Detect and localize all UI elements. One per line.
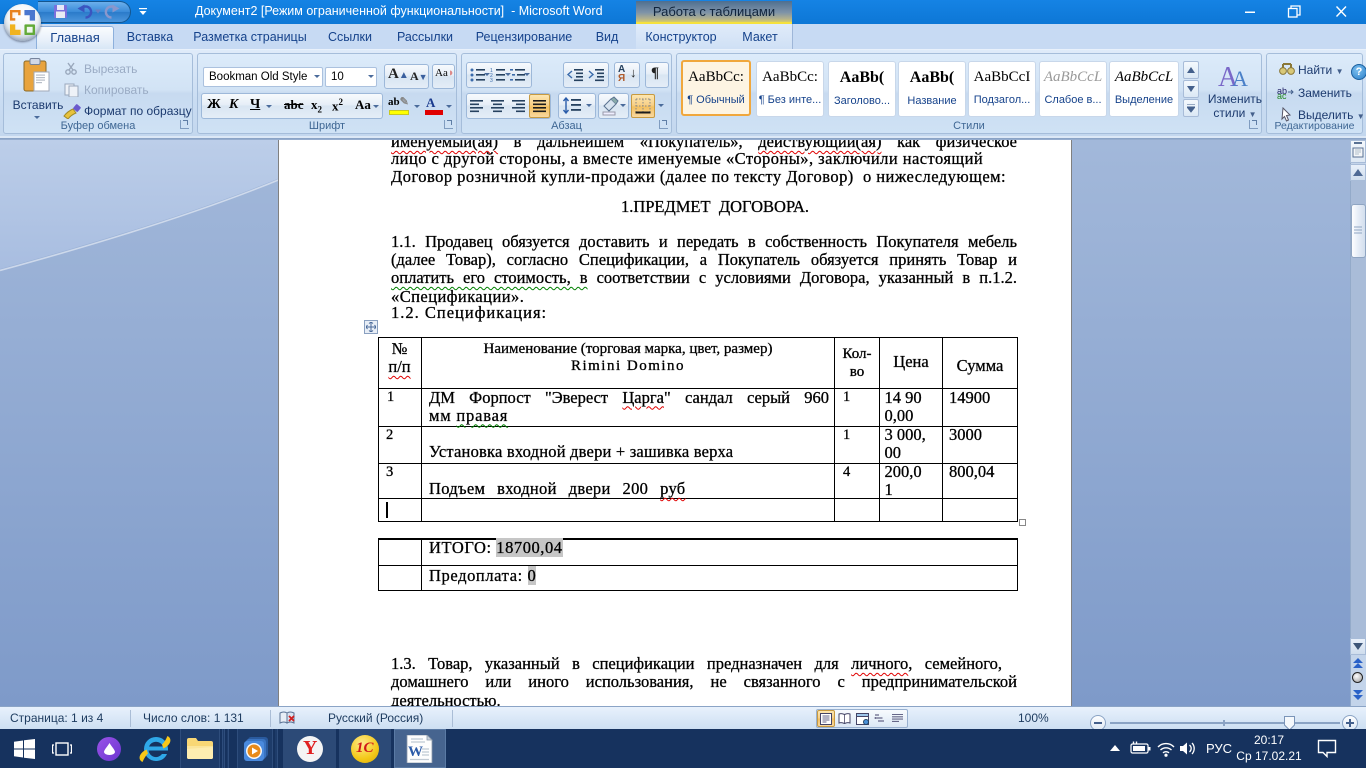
svg-text:W: W xyxy=(408,744,423,760)
svg-text:3: 3 xyxy=(490,78,493,83)
svg-text:A: A xyxy=(1232,66,1248,90)
svg-text:ac: ac xyxy=(1277,91,1287,99)
